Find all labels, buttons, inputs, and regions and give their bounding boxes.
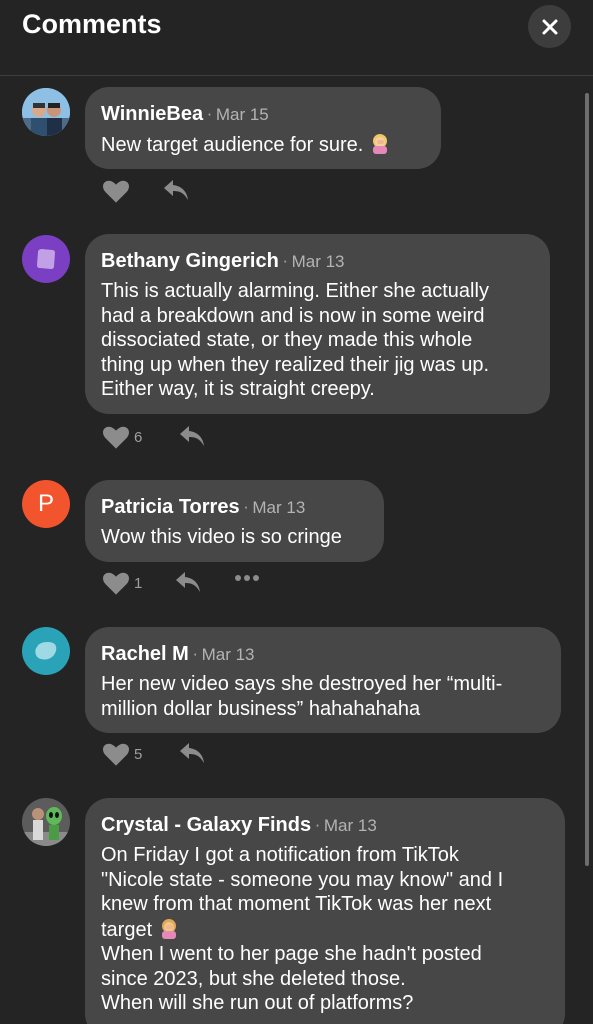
like-button[interactable] (102, 178, 130, 204)
comment-text-continued: When I went to her page she hadn't poste… (101, 943, 482, 1014)
comment-author[interactable]: Bethany Gingerich (101, 250, 279, 272)
comment-bubble: Rachel M · Mar 13 Her new video says she d… (85, 627, 561, 733)
comment-item: Rachel M · Mar 13 Her new video says she d… (0, 627, 580, 777)
heart-icon (103, 426, 129, 449)
comments-screen: Comments WinnieBea · Mar 15 New target a… (0, 0, 593, 1024)
avatar-letter: P (37, 490, 54, 517)
comment-actions: 1 (102, 570, 302, 598)
reply-button[interactable] (178, 741, 206, 765)
woman-facepalming-emoji-icon (372, 134, 387, 154)
page-title: Comments (22, 9, 162, 39)
reply-icon (176, 572, 200, 592)
more-options-icon (235, 575, 259, 581)
comment-actions (102, 178, 302, 206)
like-count: 1 (134, 574, 143, 592)
like-button[interactable]: 5 (102, 741, 142, 767)
avatar-photo (22, 88, 70, 136)
comment-item: Bethany Gingerich · Mar 13 This is actuall… (0, 234, 580, 459)
comments-header: Comments (0, 0, 593, 76)
woman-facepalming-emoji-icon (161, 918, 176, 939)
comment-author[interactable]: Patricia Torres (101, 496, 240, 518)
comment-date: Mar 13 (201, 645, 255, 664)
avatar-shape-icon (37, 249, 55, 269)
comment-item: WinnieBea · Mar 15 New target audience for… (0, 87, 580, 207)
reply-button[interactable] (162, 178, 190, 202)
like-count: 6 (134, 428, 143, 446)
comment-date: Mar 13 (252, 498, 306, 517)
comment-text: Wow this video is so cringe (101, 526, 342, 548)
reply-icon (164, 180, 188, 200)
scrollbar[interactable] (585, 93, 589, 866)
avatar-shape-icon (35, 642, 57, 660)
heart-icon (103, 180, 129, 203)
comment-bubble: Crystal - Galaxy Finds · Mar 13 On Friday … (85, 798, 565, 1024)
reply-icon (180, 426, 204, 446)
comment-date: Mar 13 (291, 252, 345, 271)
more-options-button[interactable] (234, 574, 260, 582)
comment-item: Crystal - Galaxy Finds · Mar 13 On Friday … (0, 798, 580, 1024)
avatar-photo (22, 798, 70, 846)
avatar[interactable] (22, 798, 70, 846)
avatar[interactable]: P (22, 480, 70, 528)
heart-icon (103, 743, 129, 766)
comment-author[interactable]: Crystal - Galaxy Finds (101, 814, 311, 836)
reply-icon (180, 743, 204, 763)
comment-item: P Patricia Torres · Mar 13 Wow this video … (0, 480, 580, 610)
comment-actions: 6 (102, 424, 302, 452)
comment-text: This is actually alarming. Either she ac… (101, 280, 490, 400)
close-icon (542, 19, 557, 34)
comment-date: Mar 15 (215, 105, 269, 124)
comment-author[interactable]: Rachel M (101, 643, 189, 665)
like-button[interactable]: 1 (102, 570, 142, 596)
comment-text: New target audience for sure. (101, 134, 364, 156)
like-button[interactable]: 6 (102, 424, 142, 450)
comment-bubble: Patricia Torres · Mar 13 Wow this video is… (85, 480, 384, 562)
comment-actions: 5 (102, 741, 302, 769)
close-button[interactable] (528, 5, 571, 48)
like-count: 5 (134, 745, 143, 763)
reply-button[interactable] (178, 424, 206, 448)
reply-button[interactable] (174, 570, 202, 594)
comment-bubble: WinnieBea · Mar 15 New target audience for… (85, 87, 441, 169)
comment-text: Her new video says she destroyed her “mu… (101, 673, 503, 720)
comment-author[interactable]: WinnieBea (101, 103, 203, 125)
comment-date: Mar 13 (323, 816, 377, 835)
avatar[interactable] (22, 235, 70, 283)
avatar[interactable] (22, 627, 70, 675)
heart-icon (103, 572, 129, 595)
comment-bubble: Bethany Gingerich · Mar 13 This is actuall… (85, 234, 550, 414)
avatar[interactable] (22, 88, 70, 136)
